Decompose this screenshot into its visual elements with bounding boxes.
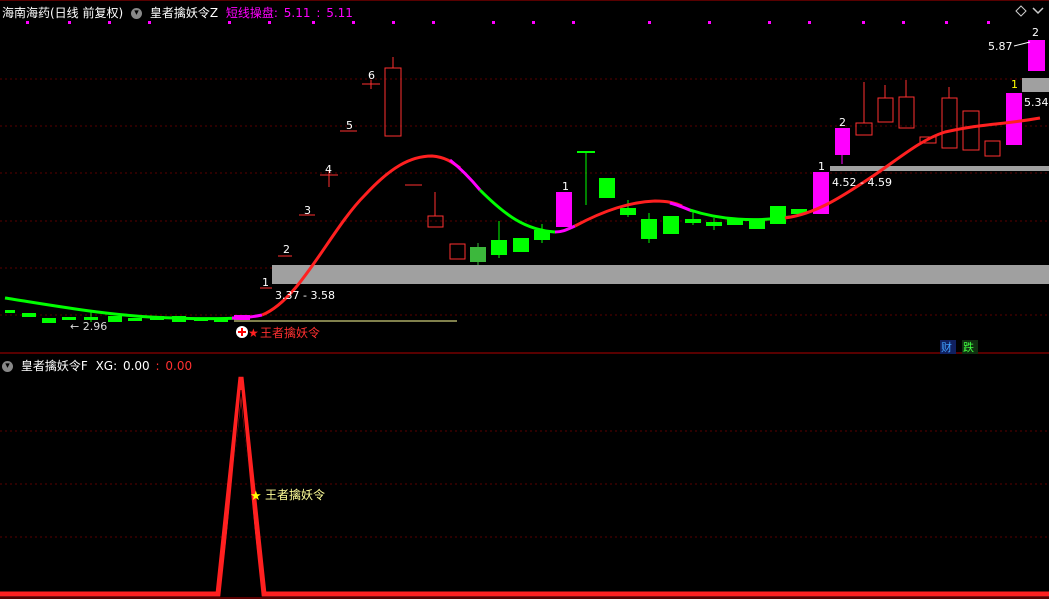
support-zone-2	[830, 166, 1049, 171]
svg-text:1: 1	[562, 180, 569, 193]
zone1-label: 3.37 - 3.58	[275, 289, 335, 302]
xg-value-1: 0.00	[122, 359, 150, 373]
signal-dots-row	[26, 21, 990, 24]
svg-text:2: 2	[839, 116, 846, 129]
svg-text:1: 1	[1011, 78, 1018, 91]
low-price-label: ← 2.96	[70, 320, 107, 333]
badge-cai[interactable]: 财	[941, 340, 952, 354]
sub-star-icon: ★	[250, 489, 262, 504]
zone2-label: 4.52 - 4.59	[832, 176, 892, 189]
high-price-label: 5.87	[988, 40, 1013, 53]
diamond-icon[interactable]	[1015, 5, 1027, 17]
indicator-value-1: 5.11	[283, 6, 311, 20]
support-zone-3	[1022, 78, 1049, 92]
main-header: 海南海药(日线 前复权) ▾ 皇者擒妖令Z 短线操盘: 5.11 : 5.11	[2, 4, 357, 21]
last-price-label: 5.34	[1024, 96, 1049, 109]
badge-die[interactable]: 跌	[963, 340, 974, 354]
sub-indicator-name: 皇者擒妖令F	[20, 359, 88, 373]
indicator-label: 短线操盘:	[225, 6, 278, 20]
svg-text:2: 2	[283, 243, 290, 256]
xg-label: XG:	[95, 359, 118, 373]
indicator-sep: :	[316, 6, 321, 20]
main-signal-label: 王者擒妖令	[260, 325, 320, 340]
high-price-pointer	[1013, 41, 1031, 47]
sub-signal-label: 王者擒妖令	[265, 487, 325, 502]
indicator-menu-icon[interactable]: ▾	[131, 8, 143, 19]
ma-curve-green-fall	[478, 188, 556, 234]
sub-indicator-menu-icon[interactable]: ▾	[2, 361, 13, 372]
xg-value-2: 0.00	[165, 359, 193, 373]
candles-mid	[470, 151, 829, 265]
xg-sep: :	[155, 359, 160, 373]
star-icon: ★	[248, 326, 259, 340]
collapse-chevron-icon[interactable]	[1032, 7, 1044, 15]
svg-text:1: 1	[818, 160, 825, 173]
chart-canvas: 1 2 3 4 5 6 1 1 2 1 2 ← 2.96 3.37 - 3.58…	[0, 0, 1049, 599]
svg-text:3: 3	[304, 204, 311, 217]
grid-lines	[0, 78, 1049, 538]
indicator-value-2: 5.11	[326, 6, 353, 20]
svg-text:4: 4	[325, 163, 332, 176]
ma-curve-magenta-top	[449, 158, 482, 191]
indicator-name: 皇者擒妖令Z	[149, 6, 219, 20]
support-zone-1	[272, 265, 1049, 284]
svg-text:6: 6	[368, 69, 375, 82]
xg-signal-spike	[0, 376, 1049, 597]
svg-text:5: 5	[346, 119, 353, 132]
plus-circle-icon	[236, 326, 248, 338]
sub-header: ▾ 皇者擒妖令F XG: 0.00 : 0.00	[2, 357, 196, 374]
svg-text:2: 2	[1032, 26, 1039, 39]
svg-text:1: 1	[262, 276, 269, 289]
candles-late	[835, 40, 1045, 164]
ma-curve-green-left	[4, 296, 241, 321]
stock-title: 海南海药(日线 前复权)	[2, 6, 124, 20]
